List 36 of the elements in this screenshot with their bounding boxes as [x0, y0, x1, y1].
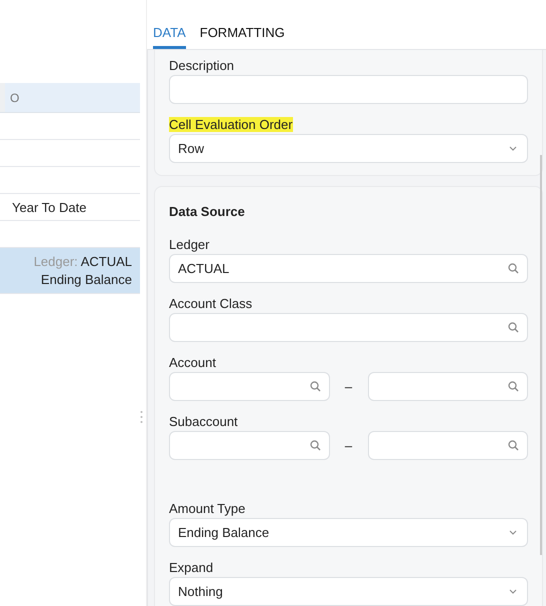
range-separator: – — [344, 379, 354, 394]
lookup-field[interactable]: ACTUAL — [169, 254, 528, 283]
field-label: Amount Type — [169, 501, 246, 516]
lookup-field[interactable] — [368, 431, 528, 460]
grid-row[interactable]: Ledger: ACTUAL Ending Balance — [0, 248, 140, 294]
field-label: Subaccount — [169, 414, 238, 429]
grid-row[interactable]: Year To Date — [0, 194, 140, 221]
lookup-field[interactable] — [169, 372, 330, 401]
section-title: Data Source — [169, 204, 246, 219]
search-icon — [508, 381, 519, 392]
scrollbar[interactable] — [540, 155, 542, 555]
splitter-handle[interactable] — [140, 410, 143, 424]
search-icon — [508, 440, 519, 451]
search-icon — [310, 381, 320, 392]
column-header: O — [9, 90, 20, 107]
search-icon — [508, 322, 519, 333]
lookup-field[interactable] — [368, 372, 528, 401]
field-label: Description — [169, 58, 234, 73]
field-label: Cell Evaluation Order — [169, 117, 293, 132]
field-label: Expand — [169, 560, 214, 575]
lookup-field[interactable] — [169, 431, 330, 460]
field-label: Ledger — [169, 237, 210, 252]
chevron-down-icon — [509, 530, 517, 535]
search-icon — [508, 263, 519, 274]
input-field[interactable] — [169, 75, 528, 104]
dropdown[interactable]: Nothing — [169, 577, 528, 606]
field-label: Account — [169, 355, 216, 370]
dropdown[interactable]: Row — [169, 134, 528, 163]
chevron-down-icon — [509, 589, 517, 594]
search-icon — [310, 440, 320, 451]
field-label: Account Class — [169, 296, 252, 311]
dropdown[interactable]: Ending Balance — [169, 518, 528, 547]
lookup-field[interactable] — [169, 313, 528, 342]
tab[interactable]: FORMATTING — [200, 25, 285, 49]
range-separator: – — [344, 438, 354, 453]
chevron-down-icon — [509, 146, 517, 151]
